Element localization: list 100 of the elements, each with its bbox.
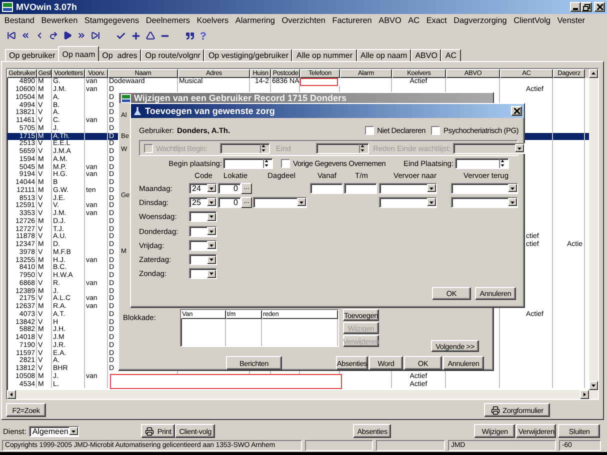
app-icon	[2, 2, 13, 12]
redacted-field	[300, 78, 338, 86]
quote-icon[interactable]	[186, 32, 194, 40]
menu-item[interactable]: Koelvers	[193, 16, 232, 26]
up-arrow-icon	[360, 144, 365, 148]
menu-item[interactable]: ClientVolg	[510, 16, 554, 26]
down-arrow-icon	[510, 186, 515, 191]
checkbox[interactable]	[365, 126, 374, 134]
menu-item[interactable]: AC	[404, 16, 423, 26]
fast-forward-icon[interactable]	[77, 31, 86, 40]
menu-item[interactable]: Dagverzorging	[450, 16, 510, 26]
close-icon	[596, 4, 602, 10]
down-arrow-icon	[429, 186, 434, 191]
lokatie-field[interactable]: 0	[218, 196, 241, 208]
close-icon	[514, 108, 520, 114]
spin-field[interactable]	[454, 158, 509, 168]
last-icon[interactable]	[91, 31, 100, 40]
rewind-icon[interactable]	[21, 31, 30, 40]
menu-item[interactable]: Stamgegevens	[81, 16, 142, 26]
up-arrow-icon	[260, 144, 266, 148]
tab[interactable]: Alle op nummer	[292, 49, 357, 62]
down-arrow-icon	[209, 257, 214, 262]
dagdeel-dropdown[interactable]	[253, 196, 307, 208]
time-field[interactable]	[310, 182, 343, 194]
close-button[interactable]	[594, 2, 605, 12]
code-dropdown[interactable]	[189, 268, 217, 280]
tab[interactable]: AC	[441, 49, 461, 62]
restore-button[interactable]	[581, 2, 592, 12]
tab[interactable]: Op vestiging/gebruiker	[204, 49, 292, 62]
tab[interactable]: ABVO	[411, 49, 442, 62]
transport-dropdown[interactable]	[451, 182, 518, 194]
vertical-scrollbar[interactable]	[589, 69, 598, 390]
triangle-icon[interactable]	[146, 31, 155, 40]
down-arrow-icon	[209, 271, 214, 276]
spin-field[interactable]	[223, 158, 273, 168]
restore-icon	[583, 4, 590, 10]
previous-icon[interactable]	[35, 31, 44, 40]
check-icon[interactable]	[116, 30, 126, 41]
lokatie-field[interactable]: 0	[218, 182, 241, 194]
down-arrow-icon	[429, 200, 434, 205]
spin-field[interactable]	[316, 142, 369, 154]
redo-icon[interactable]	[49, 31, 58, 40]
plus-icon[interactable]	[131, 30, 141, 41]
reason-dropdown[interactable]	[452, 142, 525, 154]
status-panel	[376, 440, 445, 452]
menu-item[interactable]: Bewerken	[38, 16, 82, 26]
close-button[interactable]	[511, 106, 522, 116]
down-arrow-icon	[264, 163, 269, 168]
code-dropdown[interactable]: 24	[189, 182, 217, 194]
time-field[interactable]	[344, 182, 377, 194]
left-arrow-icon	[9, 392, 14, 398]
right-arrow-icon	[582, 392, 587, 398]
menu-item[interactable]: Factureren	[328, 16, 376, 26]
menu-item[interactable]: Bestand	[1, 16, 38, 26]
menu-item[interactable]: Alarmering	[232, 16, 278, 26]
minimize-button[interactable]	[570, 2, 581, 12]
checkbox[interactable]	[431, 126, 440, 134]
status-panel	[305, 440, 373, 452]
code-dropdown[interactable]	[189, 211, 217, 222]
flask-icon	[133, 106, 142, 116]
down-arrow-icon	[209, 200, 214, 205]
menu-item[interactable]: Deelnemers	[142, 16, 194, 26]
transport-dropdown[interactable]	[451, 196, 518, 208]
transport-dropdown[interactable]	[379, 196, 437, 208]
code-dropdown[interactable]	[189, 226, 217, 237]
tab[interactable]: Op adres	[98, 49, 142, 62]
checkbox[interactable]	[281, 158, 290, 168]
transport-dropdown[interactable]	[379, 182, 437, 194]
down-arrow-icon	[510, 200, 515, 205]
tab[interactable]: Op gebruiker	[5, 49, 60, 62]
tab[interactable]: Alle op naam	[356, 49, 412, 62]
code-dropdown[interactable]	[189, 240, 217, 251]
down-arrow-icon	[299, 200, 304, 205]
down-arrow-icon	[209, 186, 214, 191]
down-arrow-icon	[500, 163, 505, 168]
printer-icon	[490, 406, 500, 415]
menu-item[interactable]: ABVO	[375, 16, 405, 26]
menu-item[interactable]: Exact	[422, 16, 450, 26]
horizontal-scrollbar[interactable]	[7, 390, 598, 400]
menu-item[interactable]: Venster	[554, 16, 588, 26]
menu-item[interactable]: Overzichten	[278, 16, 329, 26]
down-arrow-icon	[209, 242, 214, 248]
down-arrow-icon	[71, 428, 76, 434]
first-icon[interactable]	[7, 31, 16, 40]
tab[interactable]: Op route/volgnr	[141, 49, 204, 62]
play-icon[interactable]	[63, 31, 72, 40]
dienst-dropdown[interactable]: Algemeen	[29, 426, 80, 437]
code-dropdown[interactable]: 25	[189, 196, 217, 208]
down-arrow-icon	[209, 228, 214, 234]
down-arrow-icon	[591, 383, 596, 388]
down-arrow-icon	[360, 148, 365, 152]
printer-icon	[145, 426, 154, 436]
up-arrow-icon	[264, 158, 269, 163]
code-dropdown[interactable]	[189, 254, 217, 266]
down-arrow-icon	[209, 214, 214, 220]
help-icon[interactable]	[199, 32, 207, 40]
window-title: MVOwin 3.07h	[16, 2, 78, 12]
tab[interactable]: Op naam	[58, 46, 100, 62]
spin-field[interactable]	[220, 142, 270, 154]
up-arrow-icon	[500, 158, 505, 163]
